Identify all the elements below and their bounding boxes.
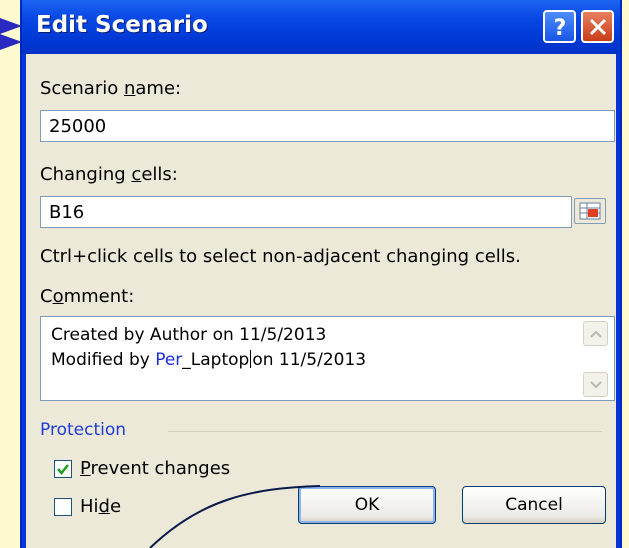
help-icon: ?: [553, 16, 566, 39]
changing-cells-label: Changing cells:: [40, 164, 178, 185]
title-bar[interactable]: Edit Scenario ?: [22, 0, 620, 54]
hide-checkbox[interactable]: [54, 498, 72, 516]
prevent-changes-checkbox[interactable]: [54, 460, 72, 478]
protection-group-label: Protection: [40, 420, 127, 440]
comment-scrollbar[interactable]: [583, 321, 608, 397]
changing-cells-hint: Ctrl+click cells to select non-adjacent …: [40, 246, 521, 267]
comment-line-1: Created by Author on 11/5/2013: [51, 325, 327, 345]
scroll-down-button[interactable]: [583, 372, 608, 397]
help-button[interactable]: ?: [543, 10, 576, 43]
hide-label[interactable]: Hide: [80, 496, 121, 517]
range-selector-button[interactable]: [574, 198, 606, 224]
collapse-dialog-icon: [579, 202, 601, 220]
checkmark-icon: [57, 464, 69, 475]
ok-button[interactable]: OK: [298, 486, 436, 524]
prevent-changes-label[interactable]: Prevent changes: [80, 458, 230, 479]
chevron-up-icon: [589, 330, 602, 338]
comment-textarea[interactable]: Created by Author on 11/5/2013 Modified …: [40, 316, 615, 401]
dialog-title: Edit Scenario: [36, 12, 208, 38]
close-button[interactable]: [581, 10, 614, 43]
dialog-body: Scenario name: 25000 Changing cells: B16…: [26, 54, 616, 548]
close-icon: [589, 18, 606, 35]
group-divider: [168, 431, 602, 432]
chevron-down-icon: [589, 380, 602, 388]
cancel-button[interactable]: Cancel: [462, 486, 606, 524]
comment-line-2: Modified by Per_Laptop on 11/5/2013: [51, 350, 367, 370]
svg-text:?: ?: [553, 16, 566, 39]
scroll-up-button[interactable]: [583, 321, 608, 346]
changing-cells-input[interactable]: B16: [40, 196, 572, 228]
scenario-name-label: Scenario name:: [40, 78, 182, 99]
scenario-name-input[interactable]: 25000: [40, 110, 615, 142]
comment-label: Comment:: [40, 286, 135, 307]
edit-scenario-dialog: Edit Scenario ? Scenario name: 25000 Cha…: [20, 0, 622, 548]
